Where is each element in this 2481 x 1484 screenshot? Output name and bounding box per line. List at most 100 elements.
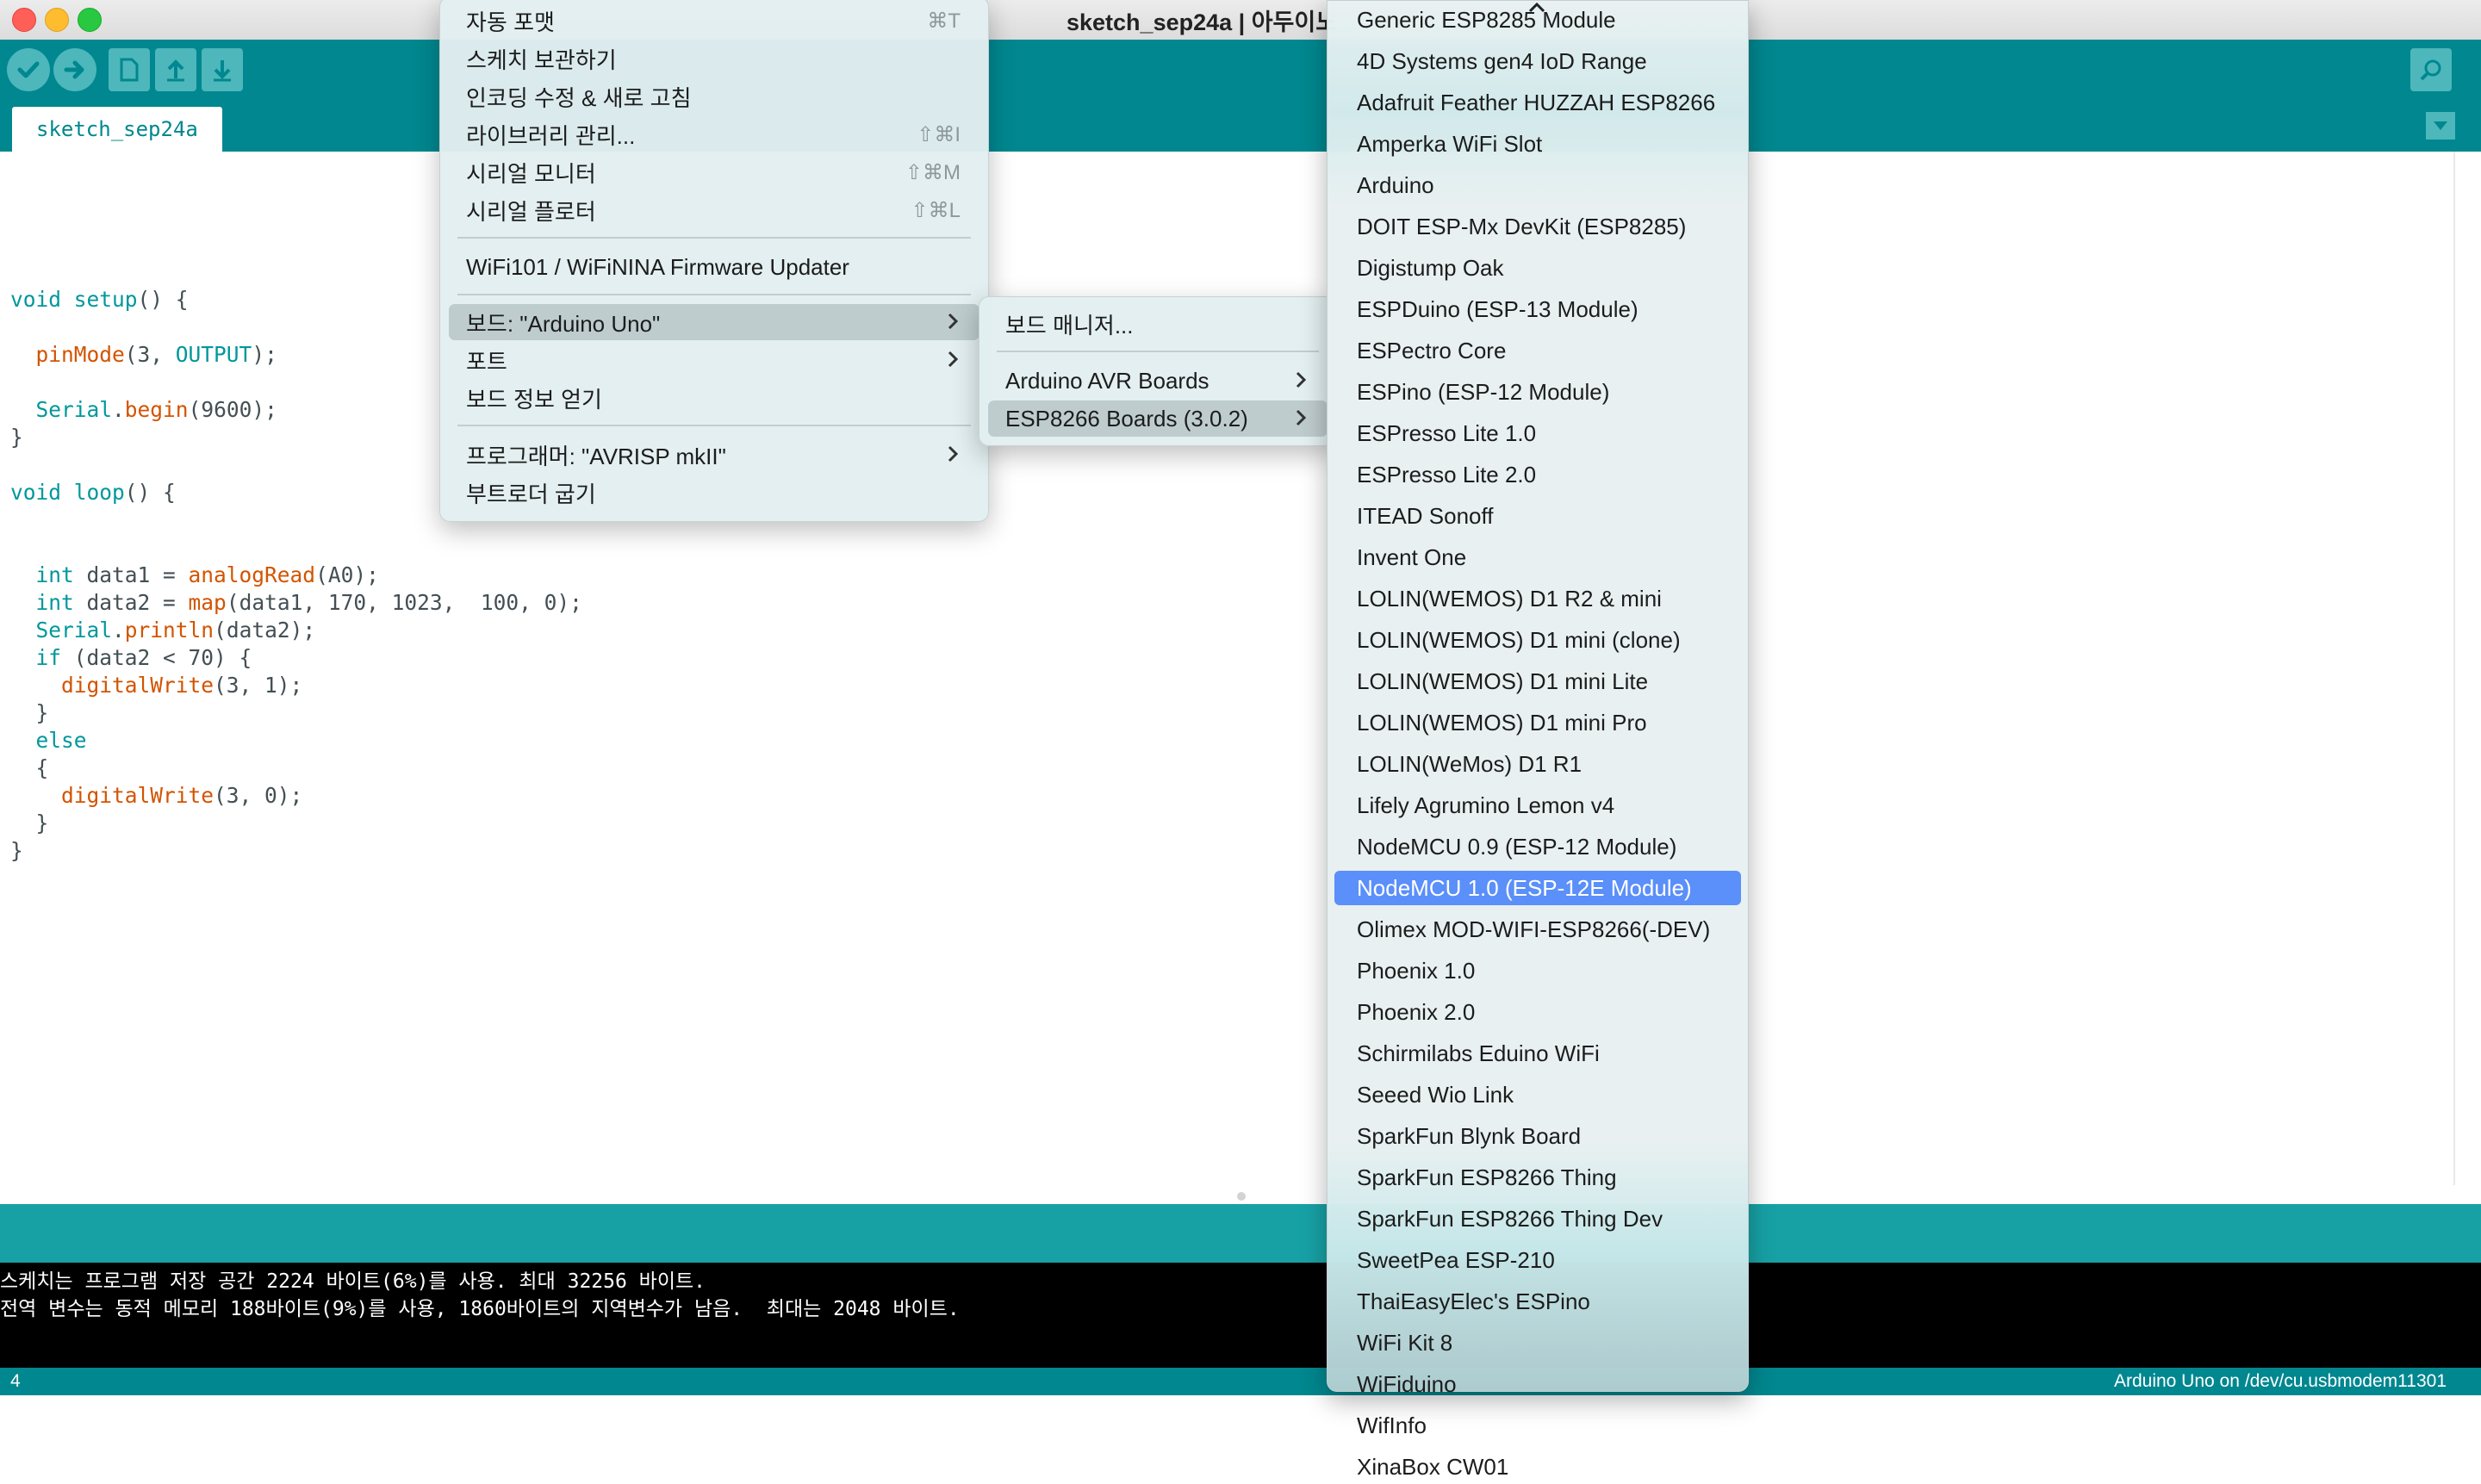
maximize-window-button[interactable] (78, 8, 102, 32)
board-option[interactable]: DOIT ESP-Mx DevKit (ESP8285) (1334, 209, 1741, 244)
board-option[interactable]: ESPresso Lite 2.0 (1334, 457, 1741, 492)
board-option[interactable]: Lifely Agrumino Lemon v4 (1334, 788, 1741, 823)
menu-item-label: 라이브러리 관리... (466, 122, 636, 149)
board-option[interactable]: Invent One (1334, 540, 1741, 574)
editor-scrollbar[interactable] (2453, 152, 2455, 1185)
board-option[interactable]: ITEAD Sonoff (1334, 499, 1741, 533)
menu-separator (457, 294, 971, 295)
board-option[interactable]: LOLIN(WEMOS) D1 mini Lite (1334, 664, 1741, 699)
menu-item-label: 스케치 보관하기 (466, 47, 617, 73)
board-option[interactable]: Amperka WiFi Slot (1334, 127, 1741, 161)
menu-item-burn-bootloader[interactable]: 부트로더 굽기 (449, 475, 979, 511)
code-line: else (35, 728, 87, 753)
code-line: } (10, 838, 23, 863)
tab-sketch[interactable]: sketch_sep24a (12, 107, 222, 152)
new-sketch-button[interactable] (109, 48, 150, 91)
menu-item-board-manager[interactable]: 보드 매니저... (988, 306, 1328, 342)
menu-item-serial-monitor[interactable]: 시리얼 모니터 ⇧⌘M (449, 154, 979, 190)
board-option[interactable]: SparkFun Blynk Board (1334, 1119, 1741, 1153)
triangle-down-icon (2434, 121, 2447, 130)
menu-item-fix-encoding[interactable]: 인코딩 수정 & 새로 고침 (449, 78, 979, 115)
board-option[interactable]: WiFiduino (1334, 1367, 1741, 1401)
board-option[interactable]: SparkFun ESP8266 Thing Dev (1334, 1201, 1741, 1236)
menu-shortcut: ⇧⌘L (911, 198, 961, 222)
menu-item-serial-plotter[interactable]: 시리얼 플로터 ⇧⌘L (449, 192, 979, 228)
status-line-number: 4 (10, 1371, 21, 1391)
menu-item-label: WiFi101 / WiFiNINA Firmware Updater (466, 253, 849, 280)
board-option[interactable]: Digistump Oak (1334, 251, 1741, 285)
code-line: int data1 = analogRead(A0); (35, 562, 379, 587)
menu-shortcut: ⌘T (927, 9, 961, 33)
menu-item-archive-sketch[interactable]: 스케치 보관하기 (449, 40, 979, 77)
menu-item-label: 시리얼 모니터 (466, 160, 596, 187)
board-option[interactable]: Olimex MOD-WIFI-ESP8266(-DEV) (1334, 912, 1741, 947)
menu-item-port[interactable]: 포트 (449, 342, 979, 378)
menu-item-firmware-updater[interactable]: WiFi101 / WiFiNINA Firmware Updater (449, 249, 979, 285)
board-option[interactable]: ThaiEasyElec's ESPino (1334, 1284, 1741, 1319)
minimize-window-button[interactable] (45, 8, 69, 32)
board-option[interactable]: LOLIN(WEMOS) D1 mini Pro (1334, 705, 1741, 740)
board-option[interactable]: Adafruit Feather HUZZAH ESP8266 (1334, 85, 1741, 120)
checkmark-icon (17, 61, 40, 78)
menu-item-esp8266-boards[interactable]: ESP8266 Boards (3.0.2) (988, 400, 1328, 437)
open-sketch-button[interactable] (155, 48, 196, 91)
menu-item-manage-libraries[interactable]: 라이브러리 관리... ⇧⌘I (449, 116, 979, 152)
arrow-down-icon (214, 60, 231, 82)
board-option[interactable]: Generic ESP8285 Module (1334, 3, 1741, 37)
menu-separator (457, 425, 971, 426)
menu-shortcut: ⇧⌘I (917, 122, 961, 146)
menu-item-label: 보드 정보 얻기 (466, 386, 602, 413)
window-title: sketch_sep24a | 아두이노 (1066, 9, 1338, 35)
board-option[interactable]: WiFi Kit 8 (1334, 1326, 1741, 1360)
board-option[interactable]: LOLIN(WEMOS) D1 mini (clone) (1334, 623, 1741, 657)
menu-item-board[interactable]: 보드: "Arduino Uno" (449, 304, 979, 340)
menu-item-avr-boards[interactable]: Arduino AVR Boards (988, 363, 1328, 399)
board-option[interactable]: WifInfo (1334, 1408, 1741, 1443)
magnifier-icon (2420, 59, 2441, 81)
verify-button[interactable] (7, 48, 50, 91)
board-option[interactable]: ESPDuino (ESP-13 Module) (1334, 292, 1741, 326)
code-line: int data2 = map(data1, 170, 1023, 100, 0… (35, 590, 582, 615)
console-line: 스케치는 프로그램 저장 공간 2224 바이트(6%)를 사용. 최대 322… (0, 1270, 706, 1293)
board-option[interactable]: Phoenix 1.0 (1334, 953, 1741, 988)
menu-item-auto-format[interactable]: 자동 포맷 ⌘T (449, 3, 979, 39)
menu-item-programmer[interactable]: 프로그래머: "AVRISP mkII" (449, 437, 979, 473)
console-header (0, 1204, 2481, 1263)
menu-item-label: ESP8266 Boards (3.0.2) (1005, 405, 1248, 432)
board-option[interactable]: NodeMCU 1.0 (ESP-12E Module) (1334, 871, 1741, 905)
board-option[interactable]: Schirmilabs Eduino WiFi (1334, 1036, 1741, 1071)
serial-monitor-button[interactable] (2410, 48, 2452, 91)
menu-shortcut: ⇧⌘M (905, 160, 961, 184)
menu-item-board-info[interactable]: 보드 정보 얻기 (449, 380, 979, 416)
upload-button[interactable] (53, 48, 96, 91)
status-bar: 4 Arduino Uno on /dev/cu.usbmodem11301 (0, 1368, 2481, 1395)
menu-separator (457, 237, 971, 239)
code-line: digitalWrite(3, 0); (61, 783, 303, 808)
code-line: Serial.println(data2); (35, 618, 316, 643)
chevron-right-icon (948, 351, 959, 368)
code-line: } (10, 810, 49, 835)
board-option[interactable]: NodeMCU 0.9 (ESP-12 Module) (1334, 829, 1741, 864)
splitter-handle[interactable] (1237, 1192, 1246, 1201)
save-sketch-button[interactable] (202, 48, 243, 91)
board-option[interactable]: LOLIN(WeMos) D1 R1 (1334, 747, 1741, 781)
board-option[interactable]: ESPresso Lite 1.0 (1334, 416, 1741, 450)
close-window-button[interactable] (12, 8, 36, 32)
board-option[interactable]: 4D Systems gen4 IoD Range (1334, 44, 1741, 78)
console-line: 전역 변수는 동적 메모리 188바이트(9%)를 사용, 1860바이트의 지… (0, 1298, 960, 1320)
board-option[interactable]: ESPectro Core (1334, 333, 1741, 368)
board-option[interactable]: XinaBox CW01 (1334, 1450, 1741, 1484)
board-option[interactable]: Phoenix 2.0 (1334, 995, 1741, 1029)
board-option[interactable]: LOLIN(WEMOS) D1 R2 & mini (1334, 581, 1741, 616)
board-option[interactable]: Arduino (1334, 168, 1741, 202)
chevron-right-icon (1296, 409, 1307, 426)
board-option[interactable]: ESPino (ESP-12 Module) (1334, 375, 1741, 409)
menu-item-label: 부트로더 굽기 (466, 481, 596, 507)
board-option[interactable]: Seeed Wio Link (1334, 1077, 1741, 1112)
menu-item-label: 시리얼 플로터 (466, 198, 596, 225)
board-option[interactable]: SweetPea ESP-210 (1334, 1243, 1741, 1277)
tab-menu-button[interactable] (2426, 112, 2455, 140)
code-line: digitalWrite(3, 1); (61, 673, 303, 698)
board-option[interactable]: SparkFun ESP8266 Thing (1334, 1160, 1741, 1195)
chevron-right-icon (948, 445, 959, 463)
